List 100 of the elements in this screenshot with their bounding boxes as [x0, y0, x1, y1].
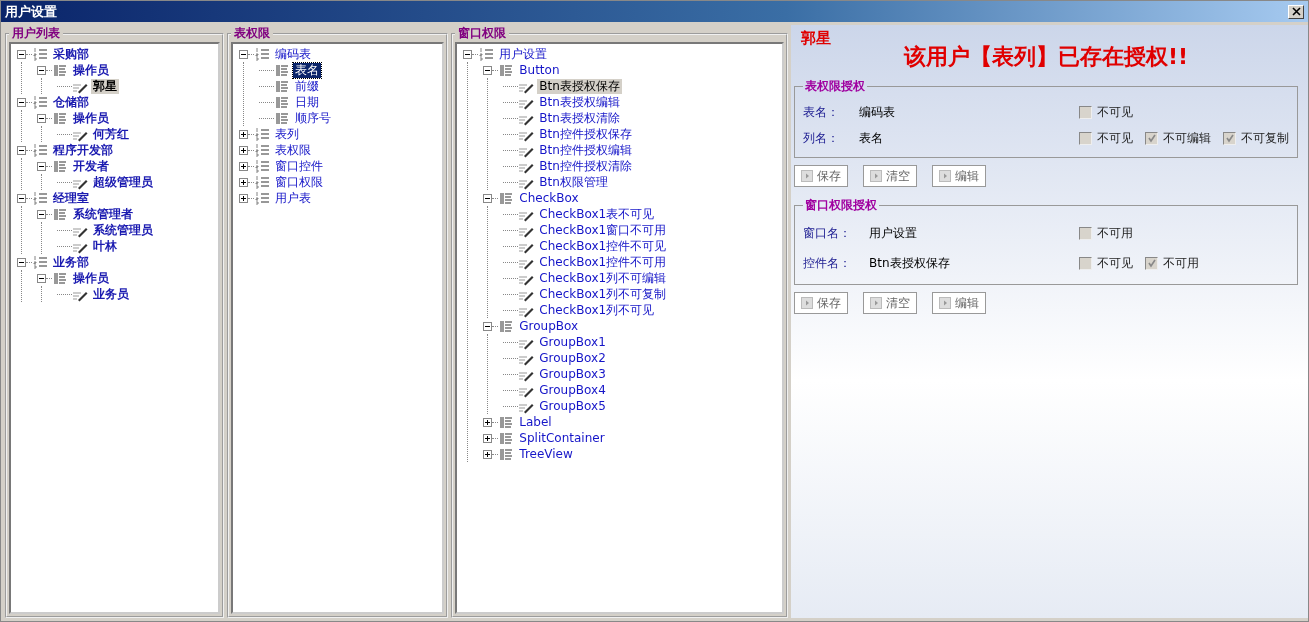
checkmark-icon [1224, 133, 1235, 143]
tree-item[interactable]: 操作员 [71, 62, 111, 78]
collapse-icon[interactable] [37, 209, 46, 219]
collapse-icon[interactable] [17, 49, 26, 59]
expand-icon[interactable] [239, 177, 249, 187]
checkmark-icon [1146, 258, 1157, 268]
tree-item[interactable]: GroupBox1 [537, 334, 608, 350]
tree-item[interactable]: 窗口权限 [273, 174, 326, 190]
tree-item[interactable]: CheckBox [517, 190, 581, 206]
tree-item[interactable]: CheckBox1控件不可见 [537, 238, 669, 254]
tree-item[interactable]: CheckBox1窗口不可用 [537, 222, 669, 238]
collapse-icon[interactable] [37, 113, 46, 123]
tree-item[interactable]: GroupBox5 [537, 398, 608, 414]
tree-item[interactable]: 开发者 [71, 158, 111, 174]
expand-icon[interactable] [239, 145, 249, 155]
action-button[interactable]: 清空 [863, 292, 917, 314]
tree-item[interactable]: CheckBox1控件不可用 [537, 254, 669, 270]
action-button[interactable]: 清空 [863, 165, 917, 187]
tree-item[interactable]: 采购部 [51, 46, 91, 62]
collapse-icon[interactable] [37, 273, 46, 283]
tree-item[interactable]: CheckBox1列不可见 [537, 302, 657, 318]
tree-item[interactable]: GroupBox3 [537, 366, 608, 382]
list-icon [498, 318, 515, 334]
tree-item[interactable]: TreeView [517, 446, 575, 462]
collapse-icon[interactable] [17, 193, 26, 203]
checkbox[interactable] [1145, 131, 1158, 145]
collapse-icon[interactable] [239, 49, 249, 59]
field-value: Btn表授权保存 [869, 254, 951, 272]
tree-item[interactable]: 业务部 [51, 254, 91, 270]
collapse-icon[interactable] [483, 193, 493, 203]
action-button[interactable]: 保存 [794, 292, 848, 314]
expand-icon[interactable] [239, 193, 249, 203]
tree-item[interactable]: 操作员 [71, 110, 111, 126]
close-button[interactable] [1288, 4, 1304, 19]
tree-item[interactable]: CheckBox1列不可编辑 [537, 270, 669, 286]
expand-icon[interactable] [239, 129, 249, 139]
tree-item[interactable]: 日期 [293, 94, 322, 110]
tree-view[interactable] [455, 42, 784, 614]
expand-icon[interactable] [483, 433, 493, 443]
tree-view[interactable]: 采购部 操作员 郭星 仓储部 操作员 何芳红 程序开发部 开发者 超级管理员 经理室 系统管理者 系统管理员 叶林 业务部 操作员 业务员 [9, 42, 221, 614]
tree-item[interactable]: 仓储部 [51, 94, 91, 110]
action-button[interactable]: 编辑 [932, 292, 986, 314]
tree-item[interactable]: 系统管理员 [91, 222, 155, 238]
collapse-icon[interactable] [17, 145, 26, 155]
checkbox[interactable] [1079, 131, 1092, 145]
tree-item[interactable]: 经理室 [51, 190, 91, 206]
tree-item[interactable]: Btn权限管理 [537, 174, 610, 190]
tree-item[interactable]: 前缀 [293, 78, 322, 94]
tree-item[interactable]: GroupBox [517, 318, 581, 334]
tree-item[interactable]: 窗口控件 [273, 158, 326, 174]
collapse-icon[interactable] [483, 65, 493, 75]
tree-item[interactable]: 用户设置 [497, 46, 550, 62]
action-button[interactable]: 保存 [794, 165, 848, 187]
field-value: 编码表 [859, 103, 896, 121]
tree-item[interactable]: Btn控件授权编辑 [537, 142, 634, 158]
list-icon [498, 430, 515, 446]
collapse-icon[interactable] [17, 97, 26, 107]
collapse-icon[interactable] [37, 65, 46, 75]
expand-icon[interactable] [239, 161, 249, 171]
tree-item[interactable]: 业务员 [91, 286, 131, 302]
list-icon [498, 414, 515, 430]
tree-item[interactable]: Button [517, 62, 562, 78]
tree-item[interactable]: 表名 [293, 62, 322, 78]
tree-item[interactable]: 叶林 [91, 238, 119, 254]
list-icon [274, 110, 291, 126]
tree-item[interactable]: 用户表 [273, 190, 314, 206]
checkbox[interactable] [1079, 105, 1092, 119]
collapse-icon[interactable] [483, 321, 493, 331]
tree-item[interactable]: CheckBox1表不可见 [537, 206, 657, 222]
tree-item[interactable]: Label [517, 414, 554, 430]
checkbox[interactable] [1145, 256, 1158, 270]
tree-item[interactable]: 程序开发部 [51, 142, 115, 158]
tree-item[interactable]: 表列 [273, 126, 302, 142]
tree-item[interactable]: 何芳红 [91, 126, 131, 142]
checkbox[interactable] [1223, 131, 1236, 145]
tree-item[interactable]: Btn控件授权保存 [537, 126, 634, 142]
tree-item[interactable]: SplitContainer [517, 430, 607, 446]
tree-item[interactable]: 操作员 [71, 270, 111, 286]
expand-icon[interactable] [483, 417, 493, 427]
tree-item[interactable]: GroupBox4 [537, 382, 608, 398]
collapse-icon[interactable] [463, 49, 473, 59]
tree-item[interactable]: 编码表 [273, 46, 314, 62]
checkbox[interactable] [1079, 256, 1092, 270]
tree-item[interactable]: Btn表授权保存 [537, 78, 622, 94]
tree-view[interactable]: 编码表 表名 前缀 日期 顺序号 表列 表权限 窗口控件 窗口权限 用户表 [231, 42, 445, 614]
tree-item[interactable]: GroupBox2 [537, 350, 608, 366]
tree-item[interactable]: CheckBox1列不可复制 [537, 286, 669, 302]
expand-icon[interactable] [483, 449, 493, 459]
tree-item[interactable]: 系统管理者 [71, 206, 135, 222]
tree-item[interactable]: Btn表授权编辑 [537, 94, 622, 110]
collapse-icon[interactable] [17, 257, 26, 267]
action-button[interactable]: 编辑 [932, 165, 986, 187]
tree-item[interactable]: Btn表授权清除 [537, 110, 622, 126]
checkbox[interactable] [1079, 226, 1092, 240]
tree-item[interactable]: 郭星 [91, 78, 119, 94]
tree-item[interactable]: Btn控件授权清除 [537, 158, 634, 174]
tree-item[interactable]: 顺序号 [293, 110, 334, 126]
collapse-icon[interactable] [37, 161, 46, 171]
tree-item[interactable]: 超级管理员 [91, 174, 155, 190]
tree-item[interactable]: 表权限 [273, 142, 314, 158]
